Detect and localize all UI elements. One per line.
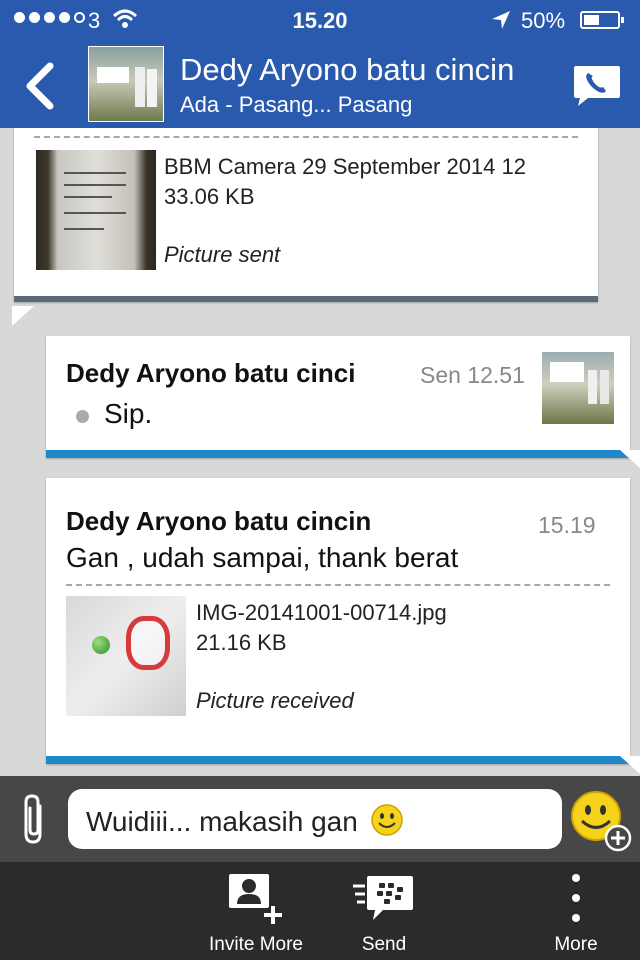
message-text: Gan , udah sampai, thank berat (66, 542, 459, 573)
smiley-add-icon[interactable] (570, 790, 632, 852)
phone-icon[interactable] (572, 64, 622, 108)
message-received[interactable]: Dedy Aryono batu cincin 15.19 Gan , udah… (46, 478, 630, 764)
attachment-thumbnail[interactable] (66, 596, 186, 716)
compose-bar: Wuidiii... makasih gan (0, 776, 640, 862)
bbm-send-icon (353, 876, 413, 920)
battery-percent: 50% (521, 8, 566, 33)
message-sent[interactable]: BBM Camera 29 September 2014 12 33.06 KB… (14, 128, 598, 302)
status-dot (76, 410, 89, 423)
sender-name: Dedy Aryono batu cinci (66, 358, 356, 388)
location-arrow-icon (492, 11, 510, 29)
battery-icon (580, 11, 624, 29)
more-button[interactable]: More (526, 862, 626, 960)
invite-more-button[interactable]: Invite More (196, 862, 316, 960)
bottom-toolbar: Invite More Send More (0, 862, 640, 960)
chevron-left-icon[interactable] (20, 58, 60, 114)
attachment-status: Picture received (196, 688, 354, 713)
attachment-thumbnail[interactable] (36, 150, 156, 270)
contact-status: Ada - Pasang... Pasang (180, 92, 413, 117)
attachment-size: 33.06 KB (164, 184, 255, 209)
message-time: 15.19 (538, 512, 596, 538)
chat-area[interactable]: BBM Camera 29 September 2014 12 33.06 KB… (0, 128, 640, 776)
top-bar: 3 15.20 50% Dedy Aryono batu cincin Ada … (0, 0, 640, 128)
attachment-size: 21.16 KB (196, 630, 287, 655)
attachment-status: Picture sent (164, 242, 281, 267)
invite-contact-icon (229, 874, 282, 924)
bubble-tail (620, 756, 640, 774)
bubble-tail (620, 450, 640, 468)
more-vertical-icon (572, 874, 580, 922)
status-bar: 3 15.20 50% (0, 0, 640, 40)
attachment-name: IMG-20141001-00714.jpg (196, 600, 447, 625)
attachment-name: BBM Camera 29 September 2014 12 (164, 154, 526, 179)
more-label: More (554, 934, 598, 955)
send-label: Send (361, 934, 407, 955)
contact-name[interactable]: Dedy Aryono batu cincin (180, 52, 514, 88)
bubble-tail (12, 306, 34, 326)
smiley-icon (370, 804, 403, 836)
message-received[interactable]: Dedy Aryono batu cinci Sen 12.51 Sip. (46, 336, 630, 458)
divider (34, 136, 578, 138)
message-input[interactable]: Wuidiii... makasih gan (68, 789, 562, 849)
message-text: Sip. (104, 398, 153, 429)
sender-name: Dedy Aryono batu cincin (66, 506, 372, 536)
divider (66, 584, 610, 586)
contact-avatar[interactable] (88, 46, 164, 122)
paperclip-icon[interactable] (20, 792, 50, 846)
send-button[interactable]: Send (324, 862, 444, 960)
message-time: Sen 12.51 (420, 362, 525, 388)
message-input-text: Wuidiii... makasih gan (86, 806, 358, 837)
sender-avatar (542, 352, 614, 424)
invite-more-label: Invite More (209, 934, 303, 955)
